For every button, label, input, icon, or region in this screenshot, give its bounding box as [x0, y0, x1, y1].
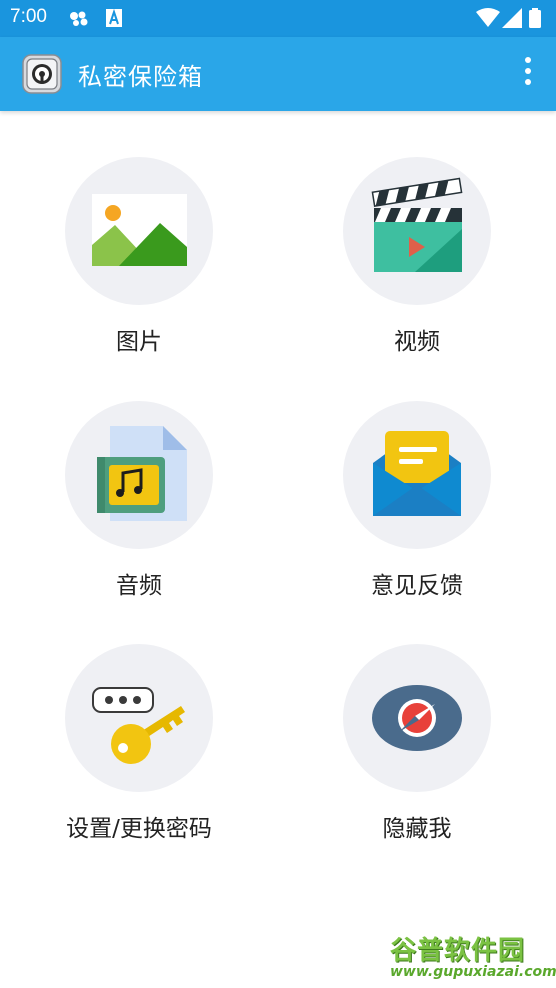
- menu-item-label: 意见反馈: [371, 573, 463, 599]
- more-vert-icon[interactable]: [522, 57, 534, 91]
- menu-item-label: 设置/更换密码: [66, 816, 212, 842]
- compass-icon: [372, 685, 462, 751]
- watermark: 谷普软件园 www.gupuxiazai.com: [388, 930, 556, 986]
- video-clapper-icon: [371, 177, 463, 272]
- menu-item-label: 图片: [116, 329, 162, 355]
- icon-circle: [65, 157, 213, 305]
- safe-icon: [22, 54, 62, 94]
- menu-item-pictures[interactable]: 图片: [39, 157, 239, 377]
- menu-item-videos[interactable]: 视频: [317, 157, 517, 377]
- app-bar: 私密保险箱: [0, 37, 556, 111]
- watermark-url: www.gupuxiazai.com: [390, 964, 556, 980]
- app-title: 私密保险箱: [78, 63, 203, 91]
- status-bar: 7:00: [0, 0, 556, 37]
- icon-circle: [65, 644, 213, 792]
- menu-item-audio[interactable]: 音频: [39, 401, 239, 621]
- password-key-icon: [92, 687, 185, 764]
- menu-item-label: 音频: [116, 573, 162, 599]
- menu-item-hide[interactable]: 隐藏我: [317, 644, 517, 864]
- music-file-icon: [97, 426, 187, 521]
- menu-item-label: 视频: [394, 329, 440, 355]
- watermark-title: 谷普软件园: [390, 936, 526, 966]
- menu-item-label: 隐藏我: [382, 816, 452, 842]
- status-time: 7:00: [10, 6, 47, 27]
- envelope-icon: [373, 431, 461, 516]
- icon-circle: [65, 401, 213, 549]
- status-system-icons: [476, 8, 548, 28]
- wifi-icon: [476, 8, 500, 27]
- menu-item-feedback[interactable]: 意见反馈: [317, 401, 517, 621]
- icon-circle: [343, 644, 491, 792]
- icon-circle: [343, 157, 491, 305]
- battery-icon: [529, 8, 541, 28]
- notification-app-icon: [70, 11, 88, 26]
- font-a-icon: [106, 9, 122, 27]
- menu-item-settings[interactable]: 设置/更换密码: [39, 644, 239, 864]
- image-icon: [92, 194, 187, 266]
- signal-icon: [502, 8, 522, 28]
- icon-circle: [343, 401, 491, 549]
